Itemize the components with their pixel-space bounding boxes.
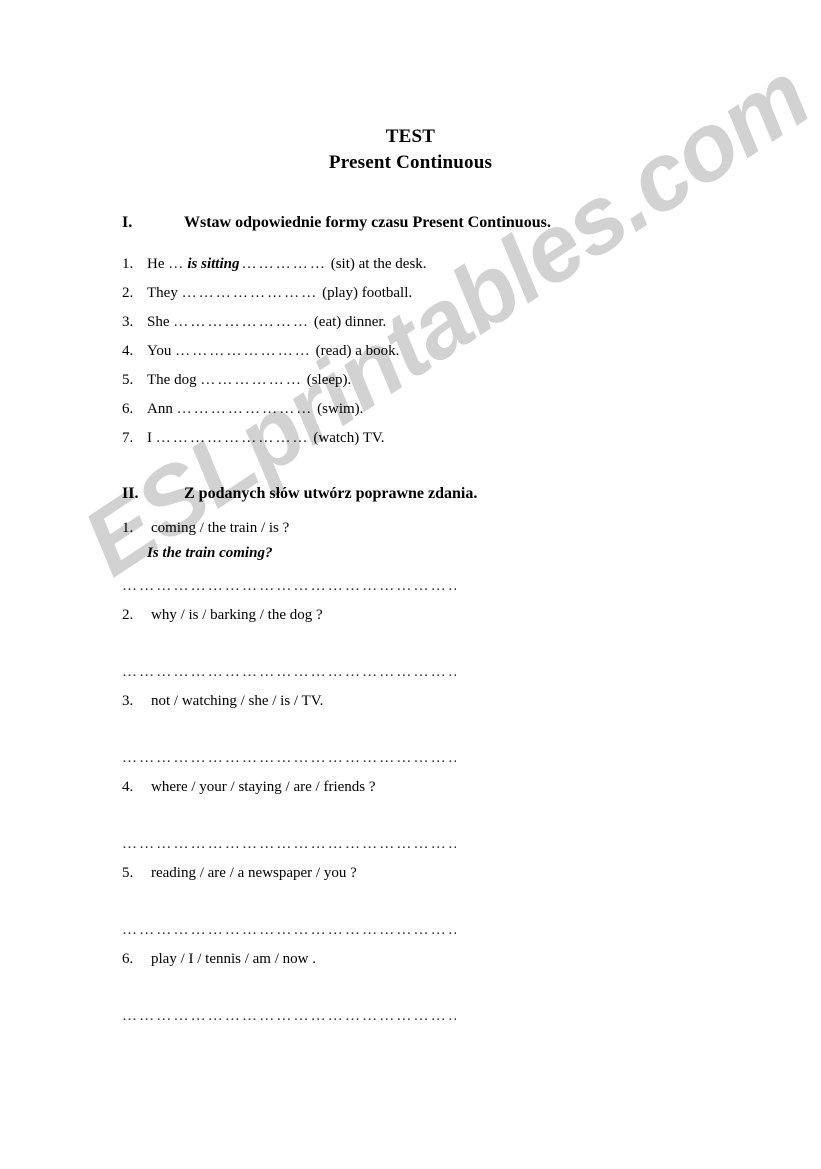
section-2-heading: II. Z podanych słów utwórz poprawne zdani… (122, 485, 477, 503)
item-number: 1. (122, 256, 134, 272)
item-number: 2. (122, 285, 134, 301)
item-blank-dots[interactable]: ……………………… (156, 430, 310, 446)
item-prompt: play / I / tennis / am / now . (151, 951, 316, 967)
exercise2-item-4: 4. where / your / staying / are / friends… (122, 777, 376, 797)
exercise1-item-5: 5. The dog ……………… (sleep). (122, 370, 351, 390)
exercise2-answer-line-4[interactable]: …………………………………………………………………………… (122, 836, 456, 853)
item-prompt: where / your / staying / are / friends ? (151, 779, 376, 795)
exercise2-answer-line-3[interactable]: …………………………………………………………………………… (122, 750, 456, 767)
item-number: 7. (122, 430, 134, 446)
item-verb-cue: (watch) TV. (313, 430, 385, 446)
section-2-numeral: II. (122, 485, 139, 502)
exercise2-answer-line-5[interactable]: …………………………………………………………………………… (122, 922, 456, 939)
item-blank-dots[interactable]: …………… (241, 256, 327, 272)
item-verb-cue: (sleep). (306, 372, 352, 388)
section-1-heading-text: Wstaw odpowiednie formy czasu Present Co… (184, 214, 551, 231)
exercise2-answer-line-2[interactable]: …………………………………………………………………………… (122, 664, 456, 681)
item-subject: He (147, 256, 165, 272)
item-verb-cue: (read) a book. (315, 343, 400, 359)
item-subject: I (147, 430, 152, 446)
item-number: 3. (122, 693, 134, 709)
item-number: 6. (122, 401, 134, 417)
item-prompt: reading / are / a newspaper / you ? (151, 865, 357, 881)
exercise2-answer-line-6[interactable]: …………………………………………………………………………… (122, 1008, 456, 1025)
item-blank-dots[interactable]: ……………… (200, 372, 303, 388)
item-subject: The dog (147, 372, 197, 388)
exercise1-item-1: 1. He … is sitting…………… (sit) at the desk. (122, 254, 427, 274)
item-prompt: not / watching / she / is / TV. (151, 693, 324, 709)
item-subject: She (147, 314, 170, 330)
exercise2-sample-answer-1: Is the train coming? (147, 545, 273, 561)
item-subject: Ann (147, 401, 173, 417)
exercise1-item-4: 4. You …………………… (read) a book. (122, 341, 399, 361)
title-line-tense: Present Continuous (328, 152, 493, 173)
exercise2-answer-line-1[interactable]: …………………………………………………………………………… (122, 578, 456, 595)
exercise1-item-3: 3. She …………………… (eat) dinner. (122, 312, 386, 332)
item-verb-cue: (sit) at the desk. (330, 256, 427, 272)
section-1-heading: I. Wstaw odpowiednie formy czasu Present … (122, 214, 551, 232)
exercise2-item-2: 2. why / is / barking / the dog ? (122, 605, 323, 625)
item-subject: You (147, 343, 172, 359)
section-1-numeral: I. (122, 214, 133, 231)
item-number: 6. (122, 951, 134, 967)
item-prompt: why / is / barking / the dog ? (151, 607, 323, 623)
item-prompt: coming / the train / is ? (151, 520, 290, 536)
item-filled-answer: is sitting (187, 256, 240, 272)
exercise1-item-2: 2. They …………………… (play) football. (122, 283, 412, 303)
item-number: 1. (122, 520, 134, 536)
exercise2-item-5: 5. reading / are / a newspaper / you ? (122, 863, 357, 883)
section-2-heading-text: Z podanych słów utwórz poprawne zdania. (184, 485, 478, 502)
item-blank-dots[interactable]: …………………… (182, 285, 319, 301)
item-number: 4. (122, 343, 134, 359)
exercise2-item-1: 1. coming / the train / is ? (122, 518, 289, 538)
exercise1-item-7: 7. I ……………………… (watch) TV. (122, 428, 385, 448)
item-blank-dots[interactable]: …………………… (177, 401, 314, 417)
item-blank-dots[interactable]: …………………… (175, 343, 312, 359)
worksheet-page: ESLprintables.com TEST Present Continuou… (0, 0, 821, 1169)
item-number: 5. (122, 372, 134, 388)
exercise1-item-6: 6. Ann …………………… (swim). (122, 399, 363, 419)
item-lead-dots: … (168, 256, 186, 272)
page-title: TEST Present Continuous (0, 124, 821, 176)
item-subject: They (147, 285, 178, 301)
item-blank-dots[interactable]: …………………… (173, 314, 310, 330)
item-verb-cue: (swim). (317, 401, 364, 417)
item-verb-cue: (eat) dinner. (313, 314, 387, 330)
title-line-test: TEST (385, 126, 436, 147)
exercise2-item-6: 6. play / I / tennis / am / now . (122, 949, 316, 969)
item-verb-cue: (play) football. (322, 285, 413, 301)
exercise2-item-3: 3. not / watching / she / is / TV. (122, 691, 323, 711)
item-number: 4. (122, 779, 134, 795)
item-number: 3. (122, 314, 134, 330)
item-number: 2. (122, 607, 134, 623)
item-number: 5. (122, 865, 134, 881)
